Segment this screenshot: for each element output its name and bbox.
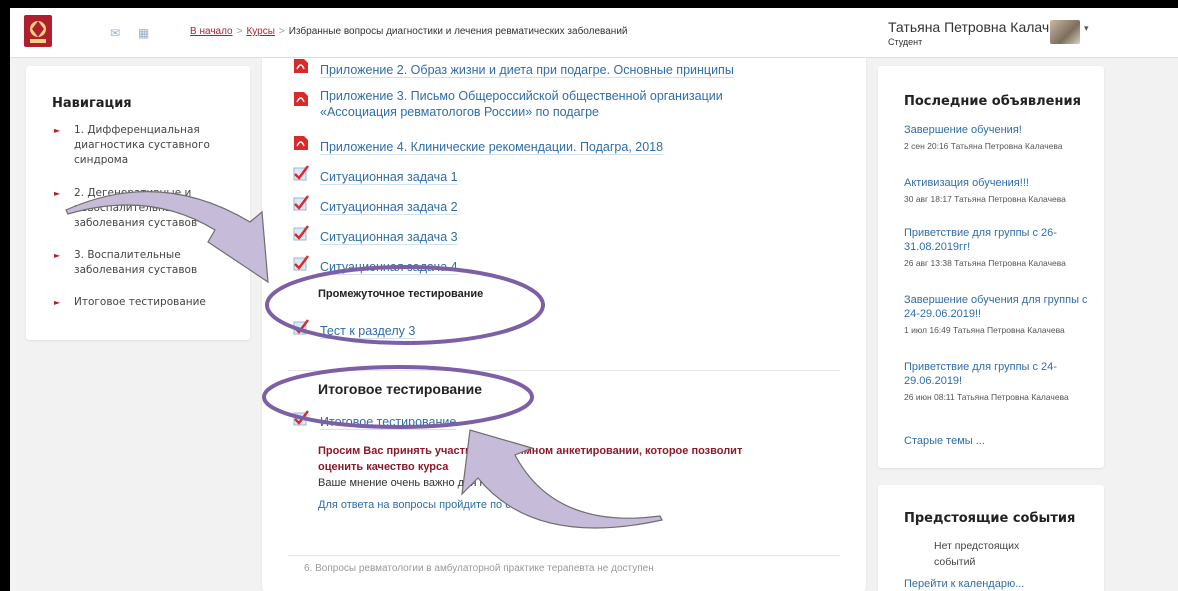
breadcrumb-home-link[interactable]: В начало (190, 26, 233, 37)
breadcrumb-separator: > (236, 26, 243, 37)
news-item-title[interactable]: Приветствие для группы с 24-29.06.2019! (904, 360, 1092, 388)
news-item-title[interactable]: Активизация обучения!!! (904, 176, 1092, 190)
news-item-meta: 30 авг 18:17 Татьяна Петровна Калачева (904, 194, 1066, 204)
resource-item[interactable]: Ситуационная задача 1 (293, 165, 458, 185)
top-header: ✉ ▦ В начало > Курсы > Избранные вопросы диа… (10, 8, 1178, 58)
intermediate-test-item[interactable]: Тест к разделу 3 (293, 319, 416, 339)
breadcrumb: В начало > Курсы > Избранные вопросы диагнос… (190, 26, 628, 37)
events-title: Предстоящие события (904, 511, 1076, 526)
resource-link[interactable]: Приложение 3. Письмо Общероссийской обще… (320, 88, 730, 120)
breadcrumb-separator: > (278, 26, 285, 37)
news-item[interactable]: Завершение обучения для группы с 24-29.0… (904, 293, 1092, 337)
calendar-link[interactable]: Перейти к календарю... (904, 578, 1024, 590)
resource-link[interactable]: Приложение 4. Клинические рекомендации. … (320, 140, 664, 155)
quiz-checkmark-icon (293, 165, 309, 181)
resource-item[interactable]: Приложение 4. Клинические рекомендации. … (294, 136, 664, 155)
news-item-title[interactable]: Завершение обучения для группы с 24-29.0… (904, 293, 1092, 321)
resource-item[interactable]: Приложение 3. Письмо Общероссийской обще… (294, 88, 730, 119)
resource-link[interactable]: Ситуационная задача 4 (320, 260, 458, 275)
news-item[interactable]: Приветствие для группы с 24-29.06.2019! … (904, 360, 1092, 404)
news-item-meta: 26 авг 13:38 Татьяна Петровна Калачева (904, 258, 1066, 268)
survey-notice: Просим Вас принять участие в анонимном а… (318, 445, 743, 473)
final-section-title: Итоговое тестирование (318, 381, 483, 397)
pdf-icon (294, 59, 308, 73)
news-item[interactable]: Завершение обучения! 2 сен 20:16 Татьяна… (904, 123, 1092, 153)
resource-item[interactable]: Ситуационная задача 4 (293, 255, 458, 275)
resource-item[interactable]: Ситуационная задача 3 (293, 225, 458, 245)
news-item-meta: 1 июл 16:49 Татьяна Петровна Калачева (904, 325, 1065, 335)
intermediate-test-link[interactable]: Тест к разделу 3 (320, 324, 416, 339)
nav-item-label[interactable]: 2. Дегенеративные и невоспалительные заб… (74, 186, 234, 231)
expand-arrow-icon[interactable]: ► (54, 123, 60, 138)
news-item-title[interactable]: Завершение обучения! (904, 123, 1092, 137)
intermediate-test-title: Промежуточное тестирование (318, 288, 484, 300)
breadcrumb-courses-link[interactable]: Курсы (246, 26, 274, 37)
nav-item-label[interactable]: Итоговое тестирование (74, 295, 234, 310)
expand-arrow-icon[interactable]: ► (54, 295, 60, 310)
news-item-meta: 2 сен 20:16 Татьяна Петровна Калачева (904, 141, 1063, 151)
final-test-link[interactable]: Итоговое тестирование (320, 415, 457, 430)
section-divider (288, 555, 840, 556)
course-content: Приложение 2. Образ жизни и диета при по… (262, 58, 866, 591)
resource-item[interactable]: Приложение 2. Образ жизни и диета при по… (294, 59, 734, 78)
latest-news-block: Последние объявления Завершение обучения… (878, 66, 1104, 468)
resource-link[interactable]: Приложение 2. Образ жизни и диета при по… (320, 63, 734, 78)
survey-link[interactable]: Для ответа на вопросы пройдите по ссылке (318, 499, 542, 511)
final-test-item[interactable]: Итоговое тестирование (293, 410, 457, 430)
navigation-title: Навигация (52, 96, 132, 111)
user-role: Студент (888, 37, 923, 47)
resource-item[interactable]: Ситуационная задача 2 (293, 195, 458, 215)
pdf-icon (294, 92, 308, 106)
pdf-icon (294, 136, 308, 150)
mail-icon[interactable]: ✉ (110, 26, 120, 40)
quiz-checkmark-icon (293, 255, 309, 271)
old-topics-link[interactable]: Старые темы ... (904, 435, 985, 447)
quiz-checkmark-icon (293, 319, 309, 335)
nav-item-label[interactable]: 1. Дифференциальная диагностика суставно… (74, 123, 234, 168)
user-menu-caret-icon[interactable]: ▾ (1084, 24, 1089, 34)
quiz-checkmark-icon (293, 410, 309, 426)
upcoming-events-block: Предстоящие события Нет предстоящих собы… (878, 485, 1104, 591)
resource-link[interactable]: Ситуационная задача 1 (320, 170, 458, 185)
unavailable-section-note: 6. Вопросы ревматологии в амбулаторной п… (304, 563, 654, 574)
resource-link[interactable]: Ситуационная задача 3 (320, 230, 458, 245)
section-divider (288, 370, 840, 371)
expand-arrow-icon[interactable]: ► (54, 186, 60, 201)
news-item[interactable]: Активизация обучения!!! 30 авг 18:17 Тат… (904, 176, 1092, 206)
nav-item-section-3[interactable]: ► 3. Воспалительные заболевания суставов (54, 248, 234, 278)
app-window: ✉ ▦ В начало > Курсы > Избранные вопросы диа… (10, 8, 1178, 591)
nav-item-label[interactable]: 3. Воспалительные заболевания суставов (74, 248, 234, 278)
quiz-checkmark-icon (293, 195, 309, 211)
avatar[interactable] (1050, 20, 1080, 44)
news-title: Последние объявления (904, 94, 1081, 109)
navigation-block: Навигация ► 1. Дифференциальная диагност… (26, 66, 250, 340)
breadcrumb-current: Избранные вопросы диагностики и лечения … (288, 26, 628, 37)
user-name[interactable]: Татьяна Петровна Калачева (888, 19, 1072, 35)
university-logo[interactable] (24, 15, 52, 47)
news-item[interactable]: Приветствие для группы с 26-31.08.2019гг… (904, 226, 1092, 270)
news-item-title[interactable]: Приветствие для группы с 26-31.08.2019гг… (904, 226, 1092, 254)
calendar-grid-icon[interactable]: ▦ (138, 26, 149, 40)
nav-item-final-test[interactable]: ► Итоговое тестирование (54, 295, 234, 310)
news-item-meta: 26 июн 08:11 Татьяна Петровна Калачева (904, 392, 1069, 402)
opinion-text: Ваше мнение очень важно для нас (318, 477, 498, 489)
expand-arrow-icon[interactable]: ► (54, 248, 60, 263)
resource-link[interactable]: Ситуационная задача 2 (320, 200, 458, 215)
no-events-text: Нет предстоящих событий (934, 540, 1020, 568)
quiz-checkmark-icon (293, 225, 309, 241)
nav-item-section-1[interactable]: ► 1. Дифференциальная диагностика сустав… (54, 123, 234, 168)
nav-item-section-2[interactable]: ► 2. Дегенеративные и невоспалительные з… (54, 186, 234, 231)
